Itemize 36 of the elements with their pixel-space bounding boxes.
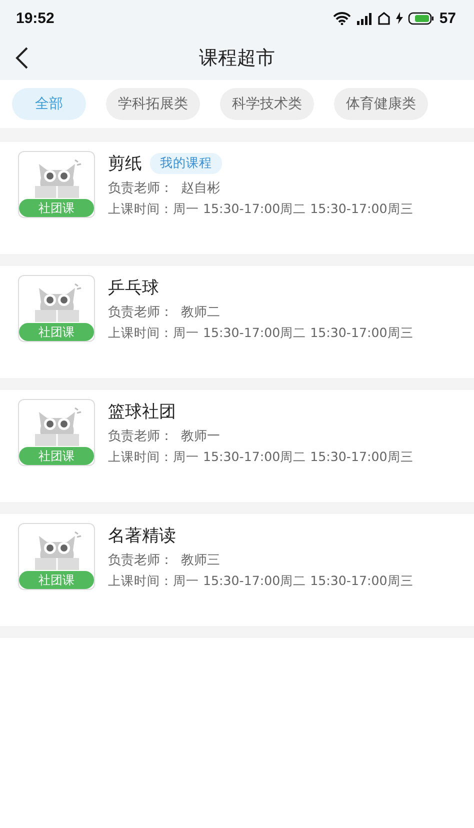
teacher-label: 负责老师： — [108, 429, 173, 444]
course-name: 名著精读 — [108, 524, 176, 546]
teacher-label: 负责老师： — [108, 181, 173, 196]
course-card[interactable]: 社团课 乒乓球 负责老师： 教师二 上课时间：周一 15:30-17:00周二 15:30-17:00周三 — [0, 266, 474, 378]
course-name: 篮球社团 — [108, 400, 176, 422]
signal-icon — [356, 12, 372, 24]
course-card[interactable]: 社团课 剪纸 我的课程 负责老师： 赵自彬 上课时间：周一 15:30-17:00周二 15:30-17:00周三 — [0, 142, 474, 254]
class-schedule: 上课时间：周一 15:30-17:00周二 15:30-17:00周三 — [108, 201, 414, 218]
page-title: 课程超市 — [199, 46, 275, 71]
class-schedule: 上课时间：周一 15:30-17:00周二 15:30-17:00周三 — [108, 449, 414, 466]
course-name: 乒乓球 — [108, 276, 159, 298]
category-tab[interactable]: 体育健康类 — [334, 88, 428, 120]
battery-level: 57 — [439, 10, 456, 26]
category-tab[interactable]: 学科拓展类 — [106, 88, 200, 120]
course-tag: 社团课 — [19, 571, 94, 589]
battery-icon — [408, 12, 434, 24]
teacher-name: 赵自彬 — [181, 181, 220, 196]
course-tag: 社团课 — [19, 199, 94, 217]
status-time: 19:52 — [16, 10, 54, 26]
category-tab[interactable]: 科学技术类 — [220, 88, 314, 120]
back-icon[interactable] — [15, 47, 29, 69]
course-card[interactable]: 社团课 名著精读 负责老师： 教师三 上课时间：周一 15:30-17:00周二 15:30-17:00周三 — [0, 514, 474, 626]
teacher-name: 教师一 — [181, 429, 220, 444]
class-schedule: 上课时间：周一 15:30-17:00周二 15:30-17:00周三 — [108, 573, 414, 590]
course-card[interactable]: 社团课 篮球社团 负责老师： 教师一 上课时间：周一 15:30-17:00周二 15:30-17:00周三 — [0, 390, 474, 502]
wifi-icon — [333, 12, 352, 24]
teacher-label: 负责老师： — [108, 305, 173, 320]
course-tag: 社团课 — [19, 447, 94, 465]
course-name: 剪纸 — [108, 152, 142, 174]
teacher-label: 负责老师： — [108, 553, 173, 568]
course-tag: 社团课 — [19, 323, 94, 341]
teacher-name: 教师三 — [181, 553, 220, 568]
class-schedule: 上课时间：周一 15:30-17:00周二 15:30-17:00周三 — [108, 325, 414, 342]
teacher-name: 教师二 — [181, 305, 220, 320]
my-course-badge: 我的课程 — [150, 152, 222, 174]
charging-icon — [396, 12, 404, 24]
